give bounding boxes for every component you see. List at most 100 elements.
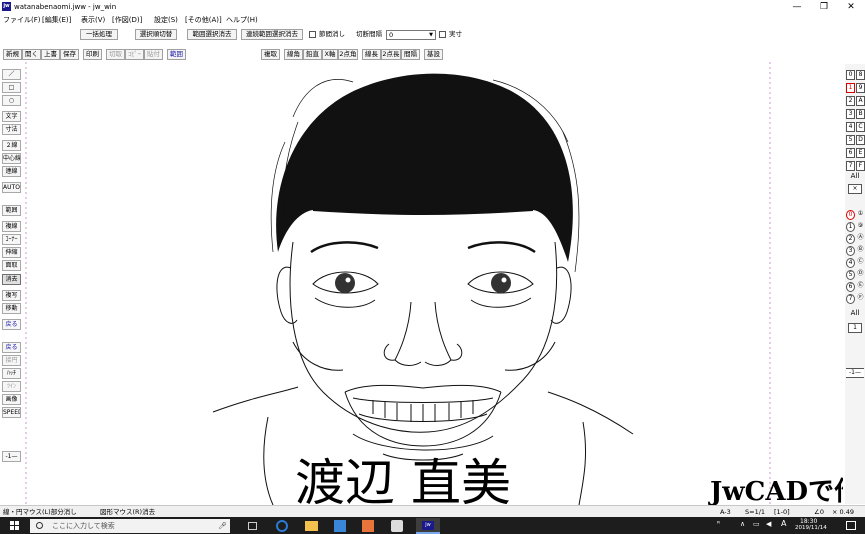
- tool-twin[interactable]: ﾂｲﾝ: [2, 381, 21, 392]
- clock-time[interactable]: 18:30: [800, 518, 817, 525]
- tool-hatch[interactable]: ﾊｯﾁ: [2, 368, 21, 379]
- edge-browser-icon[interactable]: [276, 520, 288, 532]
- menu-file[interactable]: ファイル(F): [3, 14, 41, 26]
- drawing-canvas[interactable]: 渡辺 直美 JwCADで作図: [23, 62, 843, 505]
- paste-button[interactable]: 貼付: [144, 49, 163, 60]
- cut-button[interactable]: 切取: [106, 49, 125, 60]
- tool-continuous-line[interactable]: 連線: [2, 166, 21, 177]
- status-layer[interactable]: [1-0]: [774, 507, 790, 517]
- open-button[interactable]: 開く: [22, 49, 41, 60]
- layer-all-button[interactable]: All: [848, 309, 862, 319]
- base-set-button[interactable]: 基設: [424, 49, 443, 60]
- status-scale[interactable]: S=1/1: [745, 507, 765, 517]
- clock-date[interactable]: 2019/11/14: [795, 525, 827, 532]
- notification-icon[interactable]: [846, 521, 856, 530]
- layer-group-0[interactable]: 0: [846, 70, 855, 80]
- tool-copy[interactable]: 複写: [2, 290, 21, 301]
- node-erase-checkbox[interactable]: [309, 31, 316, 38]
- layer-group-3[interactable]: 3: [846, 109, 855, 119]
- status-angle[interactable]: ∠0: [814, 507, 824, 517]
- layer-group-6[interactable]: 6: [846, 148, 855, 158]
- layer-c[interactable]: Ⓒ: [856, 258, 865, 268]
- tool-line[interactable]: ／: [2, 69, 21, 80]
- file-explorer-icon[interactable]: [305, 521, 318, 531]
- ime-indicator[interactable]: A: [781, 519, 786, 528]
- menu-edit[interactable]: [編集(E)]: [42, 14, 71, 26]
- layer-group-b[interactable]: B: [856, 109, 865, 119]
- layer-1[interactable]: 1: [846, 222, 855, 232]
- layer-group-d[interactable]: D: [856, 135, 865, 145]
- tool-chamfer[interactable]: 面取: [2, 260, 21, 271]
- tool-undo-2[interactable]: 戻る: [2, 342, 21, 353]
- layer-group-a[interactable]: A: [856, 96, 865, 106]
- layer-group-5[interactable]: 5: [846, 135, 855, 145]
- layer-group-2[interactable]: 2: [846, 96, 855, 106]
- cut-interval-select[interactable]: 0 ▼: [386, 30, 436, 40]
- two-point-angle-button[interactable]: 2点角: [338, 49, 358, 60]
- save-button[interactable]: 保存: [60, 49, 79, 60]
- layer-scale-indicator[interactable]: -1—: [2, 451, 21, 462]
- attribute-pick-button[interactable]: 複取: [261, 49, 280, 60]
- layer-one-button[interactable]: 1: [848, 323, 862, 333]
- line-angle-button[interactable]: 線角: [284, 49, 303, 60]
- layer-scale-right[interactable]: -1—: [846, 368, 864, 378]
- layer-6[interactable]: 6: [846, 282, 855, 292]
- x-axis-button[interactable]: X軸: [322, 49, 338, 60]
- select-order-toggle-button[interactable]: 選択順切替: [135, 29, 177, 40]
- tool-stretch[interactable]: 伸縮: [2, 247, 21, 258]
- layer-b[interactable]: Ⓑ: [856, 246, 865, 256]
- tool-circle[interactable]: ○: [2, 95, 21, 106]
- layer-4[interactable]: 4: [846, 258, 855, 268]
- real-size-checkbox[interactable]: [439, 31, 446, 38]
- interval-button[interactable]: 間隔: [401, 49, 420, 60]
- volume-icon[interactable]: ◀: [766, 520, 771, 528]
- maximize-button[interactable]: ❐: [811, 0, 837, 14]
- line-length-button[interactable]: 線長: [362, 49, 381, 60]
- layer-a[interactable]: Ⓐ: [856, 234, 865, 244]
- status-zoom[interactable]: × 0.49: [832, 507, 854, 517]
- layer-group-9[interactable]: 9: [856, 83, 865, 93]
- layer-group-e[interactable]: E: [856, 148, 865, 158]
- layer-1-circle[interactable]: ①: [856, 210, 865, 220]
- layer-d[interactable]: Ⓓ: [856, 270, 865, 280]
- mail-icon[interactable]: [391, 520, 403, 532]
- layer-0[interactable]: 0: [846, 210, 855, 220]
- tool-rectangle[interactable]: □: [2, 82, 21, 93]
- menu-settings[interactable]: 設定(S): [154, 14, 178, 26]
- layer-5[interactable]: 5: [846, 270, 855, 280]
- tool-tangent-circle[interactable]: 接円: [2, 355, 21, 366]
- layer-f[interactable]: Ⓕ: [856, 294, 865, 304]
- tool-center-line[interactable]: 中心線: [2, 153, 21, 164]
- layer-group-close-icon[interactable]: ×: [848, 184, 862, 194]
- layer-group-7[interactable]: 7: [846, 161, 855, 171]
- store-icon[interactable]: [334, 520, 346, 532]
- jww-taskbar-button[interactable]: jw: [416, 518, 440, 534]
- tool-double-line[interactable]: ２線: [2, 140, 21, 151]
- tool-move[interactable]: 移動: [2, 303, 21, 314]
- layer-group-f[interactable]: F: [856, 161, 865, 171]
- tool-range[interactable]: 範囲: [2, 205, 21, 216]
- batch-process-button[interactable]: 一括処理: [80, 29, 118, 40]
- menu-other[interactable]: [その他(A)]: [185, 14, 222, 26]
- tool-parallel-line[interactable]: 複線: [2, 221, 21, 232]
- layer-group-8[interactable]: 8: [856, 70, 865, 80]
- menu-help[interactable]: ヘルプ(H): [226, 14, 258, 26]
- layer-2[interactable]: 2: [846, 234, 855, 244]
- tool-auto[interactable]: AUTO: [2, 182, 21, 193]
- task-view-icon[interactable]: [248, 522, 257, 530]
- status-paper-size[interactable]: A-3: [720, 507, 731, 517]
- vertical-button[interactable]: 鉛直: [303, 49, 322, 60]
- layer-9[interactable]: ⑨: [856, 222, 865, 232]
- network-icon[interactable]: ▭: [753, 520, 760, 528]
- new-button[interactable]: 新規: [3, 49, 22, 60]
- layer-group-1[interactable]: 1: [846, 83, 855, 93]
- layer-e[interactable]: Ⓔ: [856, 282, 865, 292]
- menu-view[interactable]: 表示(V): [81, 14, 105, 26]
- layer-group-c[interactable]: C: [856, 122, 865, 132]
- tool-text[interactable]: 文字: [2, 111, 21, 122]
- two-point-length-button[interactable]: 2点長: [381, 49, 401, 60]
- layer-3[interactable]: 3: [846, 246, 855, 256]
- tool-undo[interactable]: 戻る: [2, 319, 21, 330]
- tool-image[interactable]: 画像: [2, 394, 21, 405]
- chevron-up-icon[interactable]: ∧: [740, 520, 745, 528]
